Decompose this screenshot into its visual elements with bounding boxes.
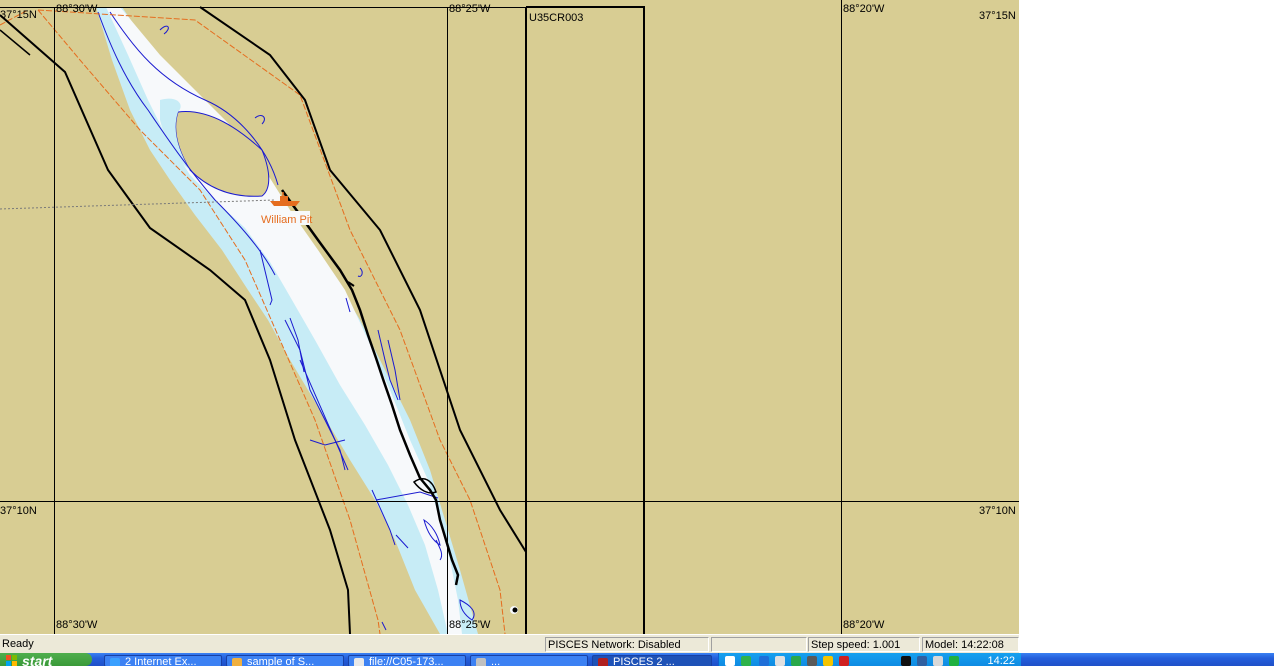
taskbar-item-label: sample of S... [247,656,315,666]
taskbar-item-label: ... [491,656,501,666]
lat-label-bottom-left: 37°10N [0,505,37,517]
status-model-time: Model: 14:22:08 [922,637,1019,652]
tray-wifi-icon[interactable] [949,656,959,666]
status-empty [711,637,807,652]
tray-monitor-icon[interactable] [759,656,769,666]
status-ready: Ready [2,638,34,650]
taskbar-item-sample[interactable]: sample of S... [226,655,344,666]
tray-volume-icon[interactable] [775,656,785,666]
lon-label-top-3: 88°20'W [843,3,885,15]
lon-label-bottom-3: 88°20'W [843,619,885,631]
tray-device-icon[interactable] [917,656,927,666]
taskbar-item-pisces[interactable]: PISCES 2 ... [592,655,712,666]
lon-label-top-1: 88°30'W [56,3,98,15]
tray-app-icon[interactable] [725,656,735,666]
status-network: PISCES Network: Disabled [545,637,709,652]
nautical-chart[interactable]: William Pit 37°15N 88°30'W 88°25'W 88°20… [0,0,1019,634]
system-tray: 14:22 [718,653,1021,666]
window-icon [476,658,486,666]
taskbar-item-internet-explorer[interactable]: 2 Internet Ex... [104,655,222,666]
status-step-speed: Step speed: 1.001 [808,637,920,652]
lon-label-bottom-2: 88°25'W [449,619,491,631]
chart-view[interactable]: William Pit 37°15N 88°30'W 88°25'W 88°20… [0,0,1019,634]
windows-taskbar: start 2 Internet Ex... sample of S... fi… [0,653,1274,666]
start-label: start [22,653,53,666]
tray-printer-icon[interactable] [807,656,817,666]
ie-icon [110,658,120,666]
lat-label-top-left: 37°15N [0,9,37,21]
taskbar-item-window[interactable]: ... [470,655,588,666]
taskbar-item-file[interactable]: file://C05-173... [348,655,466,666]
taskbar-item-label: PISCES 2 ... [613,656,675,666]
status-bar: Ready PISCES Network: Disabled Step spee… [0,634,1019,654]
start-button[interactable]: start [0,653,92,666]
taskbar-item-label: file://C05-173... [369,656,444,666]
document-icon [354,658,364,666]
buoy-icon[interactable] [512,607,518,613]
tray-shield-icon[interactable] [901,656,911,666]
lon-label-top-2: 88°25'W [449,3,491,15]
cell-label: U35CR003 [529,12,583,24]
tray-speaker-icon[interactable] [933,656,943,666]
lat-label-top-right: 37°15N [979,10,1016,22]
windows-flag-icon [6,655,17,666]
pisces-icon [598,658,608,666]
tray-alert-icon[interactable] [839,656,849,666]
tray-security-icon[interactable] [791,656,801,666]
tray-network-icon[interactable] [741,656,751,666]
lat-label-bottom-right: 37°10N [979,505,1016,517]
taskbar-item-label: 2 Internet Ex... [125,656,197,666]
lon-label-bottom-1: 88°30'W [56,619,98,631]
tray-update-icon[interactable] [823,656,833,666]
vessel-label[interactable]: William Pit [261,214,312,226]
clock[interactable]: 14:22 [987,653,1015,666]
folder-icon [232,658,242,666]
